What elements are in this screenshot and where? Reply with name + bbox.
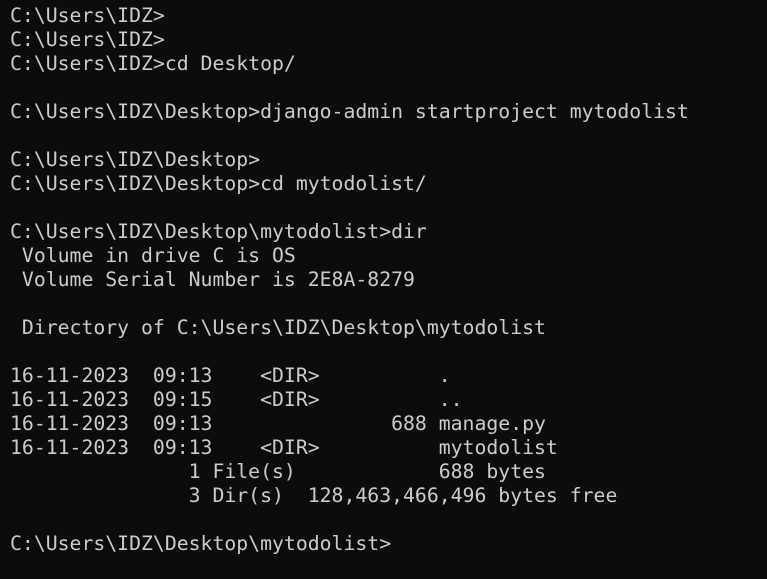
directory-summary-files: 1 File(s) 688 bytes: [10, 460, 546, 483]
terminal-line: C:\Users\IDZ>: [10, 4, 165, 27]
directory-entry: 16-11-2023 09:13 <DIR> .: [10, 364, 451, 387]
terminal-window[interactable]: C:\Users\IDZ> C:\Users\IDZ> C:\Users\IDZ…: [0, 0, 767, 579]
terminal-line: C:\Users\IDZ\Desktop>: [10, 148, 261, 171]
terminal-line: C:\Users\IDZ\Desktop>cd mytodolist/: [10, 172, 427, 195]
directory-summary-dirs: 3 Dir(s) 128,463,466,496 bytes free: [10, 484, 618, 507]
directory-entry: 16-11-2023 09:15 <DIR> ..: [10, 388, 463, 411]
directory-entry: 16-11-2023 09:13 <DIR> mytodolist: [10, 436, 558, 459]
directory-entry: 16-11-2023 09:13 688 manage.py: [10, 412, 546, 435]
terminal-line: Volume in drive C is OS: [10, 244, 296, 267]
terminal-line: Directory of C:\Users\IDZ\Desktop\mytodo…: [10, 316, 546, 339]
terminal-line: C:\Users\IDZ\Desktop>django-admin startp…: [10, 100, 689, 123]
terminal-line: C:\Users\IDZ\Desktop\mytodolist>dir: [10, 220, 427, 243]
terminal-line: C:\Users\IDZ>: [10, 28, 165, 51]
command-prompt[interactable]: C:\Users\IDZ\Desktop\mytodolist>: [10, 532, 767, 556]
terminal-line: Volume Serial Number is 2E8A-8279: [10, 268, 415, 291]
terminal-line: C:\Users\IDZ>cd Desktop/: [10, 52, 296, 75]
